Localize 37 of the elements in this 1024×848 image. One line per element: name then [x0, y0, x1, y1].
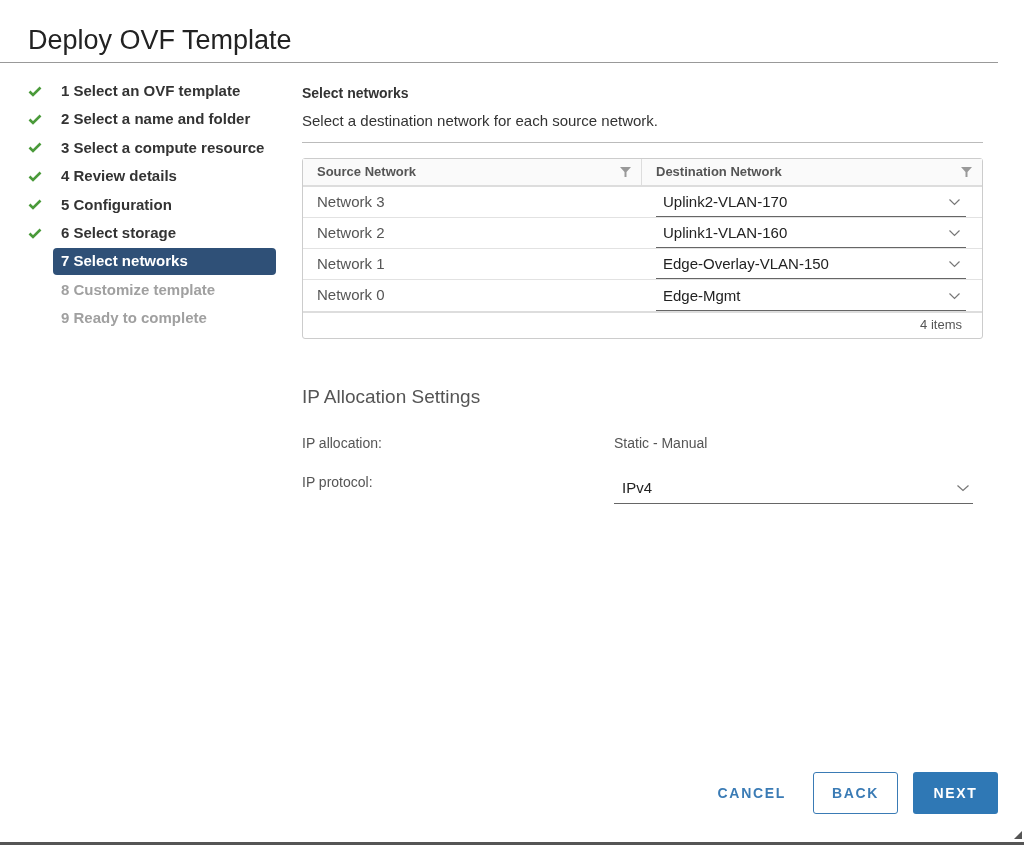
cancel-button[interactable]: CANCEL — [705, 772, 798, 814]
caret-icon — [949, 260, 960, 268]
table-cell: Network 2 — [317, 223, 385, 241]
field-value: Static - Manual — [614, 434, 708, 453]
wizard-step[interactable]: 5 Configuration — [53, 191, 276, 219]
filter-icon[interactable] — [620, 166, 631, 177]
table-cell: Network 3 — [317, 192, 385, 210]
network-dropdown[interactable]: Uplink1-VLAN-160 — [656, 219, 966, 248]
wizard-step[interactable]: 7 Select networks — [53, 248, 276, 276]
wizard-step[interactable]: 4 Review details — [53, 162, 276, 190]
caret-icon — [949, 198, 960, 206]
column-header: Destination Network — [656, 162, 782, 181]
network-dropdown[interactable]: Uplink2-VLAN-170 — [656, 188, 966, 217]
caret-icon — [957, 485, 969, 492]
back-button[interactable]: BACK — [813, 772, 898, 814]
caret-icon — [949, 229, 960, 237]
section-title: Select networks — [302, 84, 410, 103]
field-label: IP protocol: — [302, 473, 374, 492]
wizard-step[interactable]: 1 Select an OVF template — [53, 77, 276, 105]
wizard-step[interactable]: 6 Select storage — [53, 219, 276, 247]
protocol-dropdown[interactable]: IPv4 — [614, 474, 973, 504]
section-heading: IP Allocation Settings — [302, 384, 482, 409]
table-cell: Network 1 — [317, 254, 385, 272]
caret-icon — [949, 292, 960, 300]
network-dropdown[interactable]: Edge-Mgmt — [656, 282, 966, 311]
section-subtitle: Select a destination network for each source network. — [302, 111, 660, 131]
wizard-step[interactable]: 2 Select a name and folder — [53, 106, 276, 134]
network-dropdown[interactable]: Edge-Overlay-VLAN-150 — [656, 250, 966, 279]
filter-icon[interactable] — [961, 166, 972, 177]
field-label: IP allocation: — [302, 434, 383, 453]
wizard-step[interactable]: 3 Select a compute resource — [53, 134, 276, 162]
next-button[interactable]: NEXT — [913, 772, 998, 814]
resize-grip-icon[interactable] — [1014, 831, 1022, 839]
item-count: 4 items — [920, 316, 962, 335]
table-cell: Network 0 — [317, 286, 385, 303]
window-title: Deploy OVF Template — [28, 24, 293, 56]
column-header: Source Network — [317, 162, 416, 181]
